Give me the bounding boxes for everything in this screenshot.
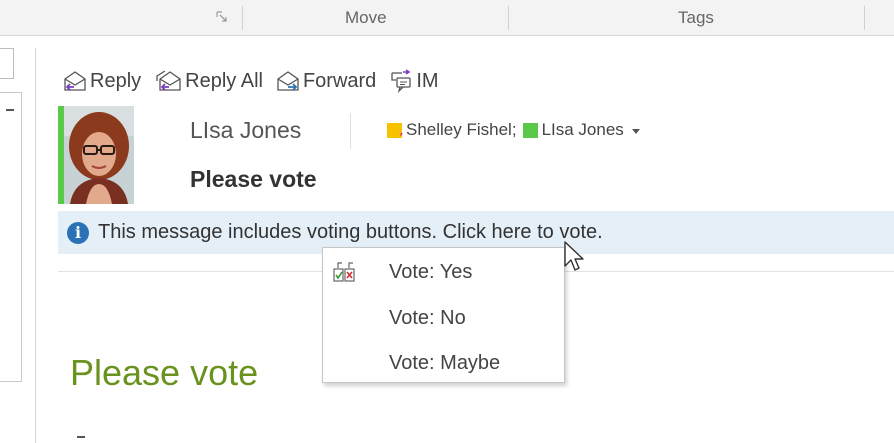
vote-menu: Vote: Yes Vote: No Vote: Maybe [322,247,565,383]
left-pane-box[interactable] [0,48,14,79]
vote-maybe-item[interactable]: Vote: Maybe [323,345,564,381]
left-pane-list[interactable] [0,92,22,382]
message-subject: Please vote [190,166,317,192]
vote-icon [333,262,355,282]
ribbon-group-move: Move [345,8,387,27]
infobar-text: This message includes voting buttons. Cl… [98,221,603,243]
message-actions: Reply Reply All Forward IM [62,66,451,96]
recipient-lisa[interactable]: LIsa Jones [542,120,624,140]
pane-divider[interactable] [35,48,36,443]
forward-button[interactable]: Forward [275,69,376,93]
ribbon-separator [864,6,865,30]
mouse-pointer-icon [564,241,584,271]
im-icon [391,69,411,93]
header-divider [350,113,351,149]
reply-label: Reply [90,69,142,92]
ribbon-strip: Move Tags [0,0,894,36]
body-text-fragment [77,436,85,443]
dialog-launcher-icon[interactable] [216,11,228,23]
outlook-reading-pane: Move Tags Reply Reply All Forward IM LIs… [0,0,894,443]
im-button[interactable]: IM [388,69,439,93]
forward-label: Forward [302,69,377,92]
reply-button[interactable]: Reply [62,69,141,93]
avatar-photo [64,106,134,204]
vote-no-item[interactable]: Vote: No [323,300,564,336]
category-square-icon: * [387,122,403,140]
vote-no-label: Vote: No [389,306,466,329]
chevron-down-icon[interactable] [631,128,640,134]
ribbon-group-tags: Tags [678,8,714,27]
vote-yes-item[interactable]: Vote: Yes [323,254,564,290]
message-body-heading: Please vote [70,352,259,393]
vote-maybe-label: Vote: Maybe [389,351,501,374]
reply-icon [64,71,86,91]
sender-name[interactable]: LIsa Jones [190,117,301,144]
reply-all-label: Reply All [185,69,263,92]
category-square-icon [522,122,538,138]
ribbon-separator [508,6,509,30]
recipient-shelley[interactable]: Shelley Fishel; [406,120,517,140]
reply-all-icon [156,70,181,91]
ribbon-separator [242,6,243,30]
vote-yes-label: Vote: Yes [389,260,473,283]
info-icon: i [67,221,89,244]
recipients-line: * Shelley Fishel; LIsa Jones [387,120,640,140]
reply-all-button[interactable]: Reply All [153,69,263,93]
im-label: IM [416,69,439,92]
forward-icon [277,71,299,91]
avatar[interactable] [64,106,134,204]
left-pane-marker [6,109,14,111]
